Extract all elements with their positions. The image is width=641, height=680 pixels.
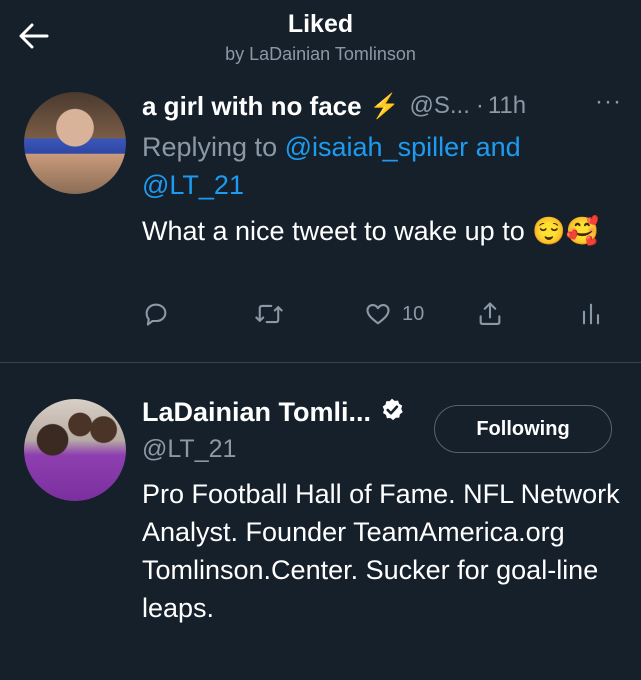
replying-to: Replying to @isaiah_spiller and @LT_21 <box>142 128 622 204</box>
tweet-text: What a nice tweet to wake up to 😌🥰 <box>142 216 600 246</box>
like-count: 10 <box>402 302 425 325</box>
page-title: Liked <box>287 10 354 38</box>
retweet-icon <box>254 300 284 328</box>
mention-link-1[interactable]: @isaiah_spiller <box>285 132 469 162</box>
avatar[interactable] <box>24 399 126 501</box>
verified-badge-icon <box>379 397 405 428</box>
tweet-time[interactable]: 11h <box>488 92 526 120</box>
mention-link-2[interactable]: @LT_21 <box>142 170 244 200</box>
tweet-author-name[interactable]: a girl with no face <box>142 91 362 122</box>
lightning-icon: ⚡ <box>369 92 400 120</box>
liked-page: Liked by LaDainian Tomlinson a girl with… <box>0 0 641 680</box>
replying-and[interactable]: and <box>476 132 521 162</box>
tweet-body: a girl with no face ⚡ @S... · 11h ··· Re… <box>142 88 622 250</box>
like-button[interactable]: 10 <box>364 300 424 328</box>
tweet-header: a girl with no face ⚡ @S... · 11h <box>142 88 622 124</box>
tweet-separator: · <box>475 92 484 119</box>
tweet[interactable]: a girl with no face ⚡ @S... · 11h ··· Re… <box>0 78 641 362</box>
analytics-button[interactable] <box>580 300 602 328</box>
avatar[interactable] <box>24 92 126 194</box>
profile-handle[interactable]: @LT_21 <box>142 435 236 464</box>
user-card[interactable]: LaDainian Tomli... @LT_21 Following Pro … <box>0 363 641 680</box>
reply-button[interactable] <box>142 300 170 328</box>
more-options-icon[interactable]: ··· <box>595 88 622 116</box>
tweet-actions: 10 <box>142 300 612 340</box>
heart-icon <box>364 300 392 328</box>
page-subtitle: by LaDainian Tomlinson <box>225 44 416 64</box>
analytics-icon <box>580 300 602 328</box>
replying-prefix: Replying to <box>142 132 278 162</box>
header: Liked by LaDainian Tomlinson <box>0 0 641 78</box>
profile-name[interactable]: LaDainian Tomli... <box>142 397 371 428</box>
following-button[interactable]: Following <box>434 405 612 453</box>
profile-bio: Pro Football Hall of Fame. NFL Network A… <box>142 479 620 623</box>
profile-name-row: LaDainian Tomli... <box>142 397 405 428</box>
share-icon <box>476 300 504 328</box>
retweet-button[interactable] <box>254 300 284 328</box>
tweet-author-handle[interactable]: @S... <box>409 92 469 120</box>
reply-icon <box>142 300 170 328</box>
share-button[interactable] <box>476 300 504 328</box>
